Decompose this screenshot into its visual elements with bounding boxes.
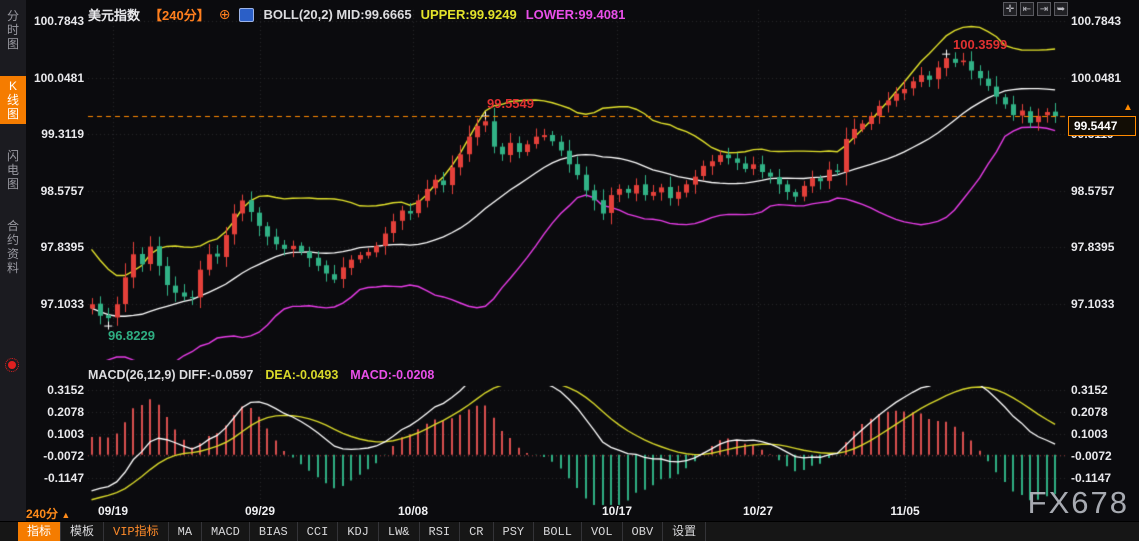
- indicator-toolbar: 指标 模板 VIP指标 MA MACD BIAS CCI KDJ LW& RSI CR PSY BOLL…: [0, 521, 1139, 541]
- macd-tick-right: 0.1003: [1071, 427, 1108, 442]
- high-annotation: 100.3599: [953, 37, 1008, 52]
- sidebar-item-1[interactable]: K 线 图: [0, 76, 26, 124]
- toolbar-item-xx1[interactable]: 模板: [61, 522, 105, 541]
- price-tick-right: 97.1033: [1071, 297, 1115, 311]
- price-tick-left: 97.1033: [40, 297, 84, 311]
- current-price-box: 99.5447: [1068, 116, 1136, 136]
- macd-value-label: MACD:-0.0208: [350, 368, 435, 382]
- sidebar-item-3[interactable]: 合 约 资 料: [0, 216, 26, 278]
- price-marker-arrow-icon: ▲: [1123, 102, 1133, 113]
- price-tick-left: 97.8395: [40, 240, 84, 255]
- x-axis-date-10-08: 10/08: [397, 504, 429, 518]
- macd-tick-right: 0.2078: [1071, 405, 1108, 420]
- pan-exit-right-icon[interactable]: ➥: [1054, 2, 1068, 16]
- toolbar-item-xx0[interactable]: 指标: [18, 522, 62, 541]
- boll-mid-label: BOLL(20,2) MID:99.6665: [263, 7, 412, 22]
- swing-high-annotation: 99.5549: [487, 96, 534, 111]
- macd-tick-left: 0.3152: [47, 383, 84, 398]
- kline-chart-canvas[interactable]: [0, 0, 1139, 541]
- macd-diff-label: MACD(26,12,9) DIFF:-0.0597: [88, 368, 254, 382]
- fx678-watermark: FX678: [1027, 485, 1129, 520]
- macd-header: MACD(26,12,9) DIFF:-0.0597 DEA:-0.0493 M…: [88, 368, 434, 382]
- period-badge: 【240分】: [149, 8, 210, 23]
- macd-tick-left: 0.1003: [47, 427, 84, 442]
- toolbar-item-OBV14[interactable]: OBV: [623, 522, 664, 541]
- price-tick-right: 100.7843: [1071, 14, 1122, 28]
- compress-left-icon[interactable]: ⇤: [1020, 2, 1034, 16]
- price-tick-left: 99.3119: [41, 127, 84, 142]
- boll-upper-label: UPPER:99.9249: [420, 7, 517, 22]
- toolbar-item-LWx8[interactable]: LW&: [379, 522, 420, 541]
- toolbar-item-PSY11[interactable]: PSY: [494, 522, 535, 541]
- period-arrow-icon: ▲: [61, 510, 71, 520]
- boll-lower-label: LOWER:99.4081: [525, 7, 626, 22]
- crosshair-move-icon[interactable]: ✛: [1003, 2, 1017, 16]
- toolbar-item-BIAS5[interactable]: BIAS: [250, 522, 298, 541]
- sidebar-item-2[interactable]: 闪 电 图: [0, 146, 26, 194]
- toolbar-item-MA3[interactable]: MA: [169, 522, 203, 541]
- sidebar-item-0[interactable]: 分 时 图: [0, 6, 26, 54]
- price-tick-left: 98.5757: [40, 183, 84, 198]
- toolbar-item-KDJ7[interactable]: KDJ: [338, 522, 379, 541]
- macd-tick-left: -0.0072: [43, 449, 84, 464]
- macd-tick-right: 0.3152: [1071, 383, 1108, 398]
- compare-plus-icon[interactable]: ⊕: [219, 6, 231, 23]
- symbol-title: 美元指数: [88, 8, 141, 23]
- chart-window-controls: ✛ ⇤ ⇥ ➥: [1003, 2, 1068, 16]
- toolbar-item-CCI6[interactable]: CCI: [298, 522, 339, 541]
- x-axis-date-11-05: 11/05: [890, 504, 920, 518]
- macd-tick-right: -0.0072: [1071, 449, 1112, 464]
- live-indicator-icon: [5, 358, 19, 372]
- toolbar-item-RSI9[interactable]: RSI: [420, 522, 461, 541]
- chart-header: 美元指数 【240分】 ⊕ BOLL(20,2) MID:99.6665 UPP…: [88, 5, 625, 24]
- toolbar-item-xx15[interactable]: 设置: [663, 522, 707, 541]
- price-tick-left: 100.7843: [33, 14, 84, 28]
- period-text: 240分: [26, 507, 59, 521]
- period-selector[interactable]: 240分 ▲: [26, 505, 70, 522]
- compress-right-icon[interactable]: ⇥: [1037, 2, 1051, 16]
- left-sidebar: 分 时 图 K 线 图闪 电 图合 约 资 料: [0, 0, 26, 521]
- indicator-chart-icon: [239, 7, 255, 22]
- price-tick-right: 100.0481: [1071, 70, 1122, 85]
- macd-dea-label: DEA:-0.0493: [265, 368, 339, 382]
- price-tick-right: 97.8395: [1071, 240, 1115, 255]
- x-axis-date-09-29: 09/29: [244, 504, 276, 518]
- price-tick-left: 100.0481: [33, 70, 84, 85]
- toolbar-item-CR10[interactable]: CR: [460, 522, 494, 541]
- price-tick-right: 98.5757: [1071, 183, 1115, 198]
- x-axis-date-09-19: 09/19: [97, 504, 129, 518]
- macd-tick-left: 0.2078: [47, 405, 84, 420]
- low-annotation: 96.8229: [108, 328, 155, 343]
- macd-tick-left: -0.1147: [43, 471, 84, 486]
- x-axis-date-10-17: 10/17: [601, 504, 633, 518]
- toolbar-item-VOL13[interactable]: VOL: [582, 522, 623, 541]
- x-axis-date-10-27: 10/27: [742, 504, 774, 518]
- toolbar-item-MACD4[interactable]: MACD: [202, 522, 250, 541]
- macd-tick-right: -0.1147: [1071, 471, 1112, 486]
- toolbar-item-BOLL12[interactable]: BOLL: [534, 522, 582, 541]
- toolbar-item-VIPxx2[interactable]: VIP指标: [104, 522, 169, 541]
